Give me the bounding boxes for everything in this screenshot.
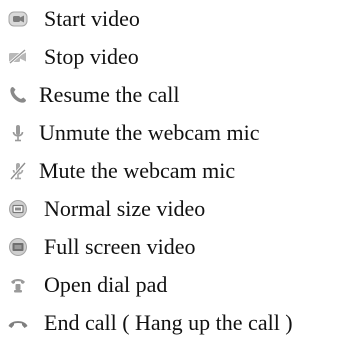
camera-icon [8,11,28,27]
legend-item-mute-mic: Mute the webcam mic [0,152,346,190]
phone-icon [10,87,26,103]
legend-item-full-screen-video: Full screen video [0,228,346,266]
legend-item-label: Mute the webcam mic [39,158,236,183]
microphone-icon [12,125,24,142]
camera-off-icon [9,48,26,65]
legend-item-label: Full screen video [44,234,196,259]
legend-item-label: Resume the call [39,82,180,107]
legend-item-open-dial-pad: Open dial pad [0,266,346,304]
legend-item-label: Open dial pad [44,272,168,297]
legend-item-normal-size-video: Normal size video [0,190,346,228]
legend-item-label: End call ( Hang up the call ) [44,310,293,335]
legend-item-label: Stop video [44,44,139,69]
normal-size-video-icon [9,200,27,218]
dial-pad-icon [11,279,25,293]
legend-item-unmute-mic: Unmute the webcam mic [0,114,346,152]
full-screen-video-icon [9,238,27,256]
legend-item-end-call: End call ( Hang up the call ) [0,304,346,342]
legend-item-stop-video: Stop video [0,38,346,76]
legend-item-label: Unmute the webcam mic [39,120,260,145]
legend-item-label: Start video [44,6,140,31]
microphone-muted-icon [9,162,27,180]
legend-item-resume-call: Resume the call [0,76,346,114]
hang-up-icon [8,321,28,328]
legend-item-label: Normal size video [44,196,206,221]
legend-item-start-video: Start video [0,0,346,38]
